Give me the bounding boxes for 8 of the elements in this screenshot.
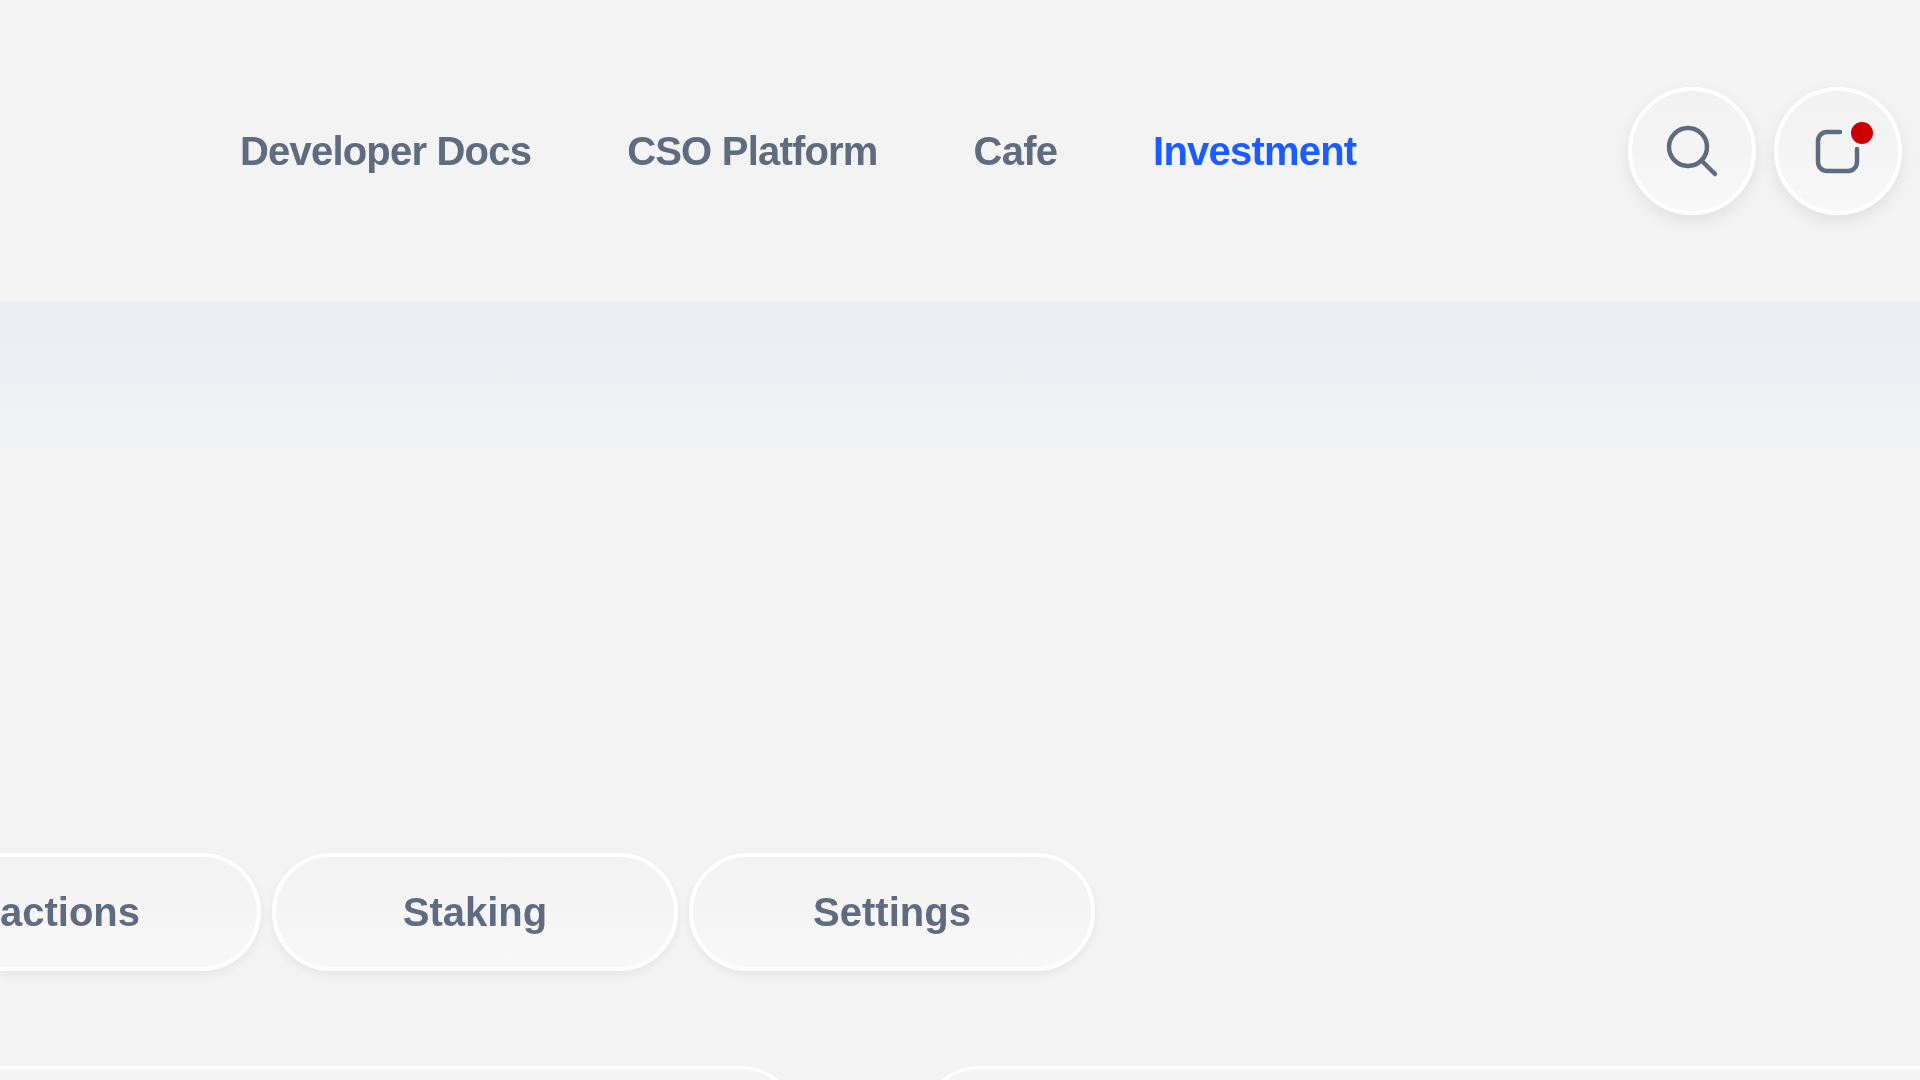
- nav-link[interactable]: Investment: [1153, 121, 1357, 181]
- tab[interactable]: actions: [0, 853, 261, 971]
- nav-link[interactable]: Cafe: [973, 121, 1058, 181]
- tab[interactable]: Staking: [272, 853, 678, 971]
- nav-link[interactable]: CSO Platform: [627, 121, 878, 181]
- tab[interactable]: Settings: [689, 853, 1095, 971]
- search-icon: [1665, 124, 1719, 178]
- nav-link[interactable]: Developer Docs: [240, 121, 532, 181]
